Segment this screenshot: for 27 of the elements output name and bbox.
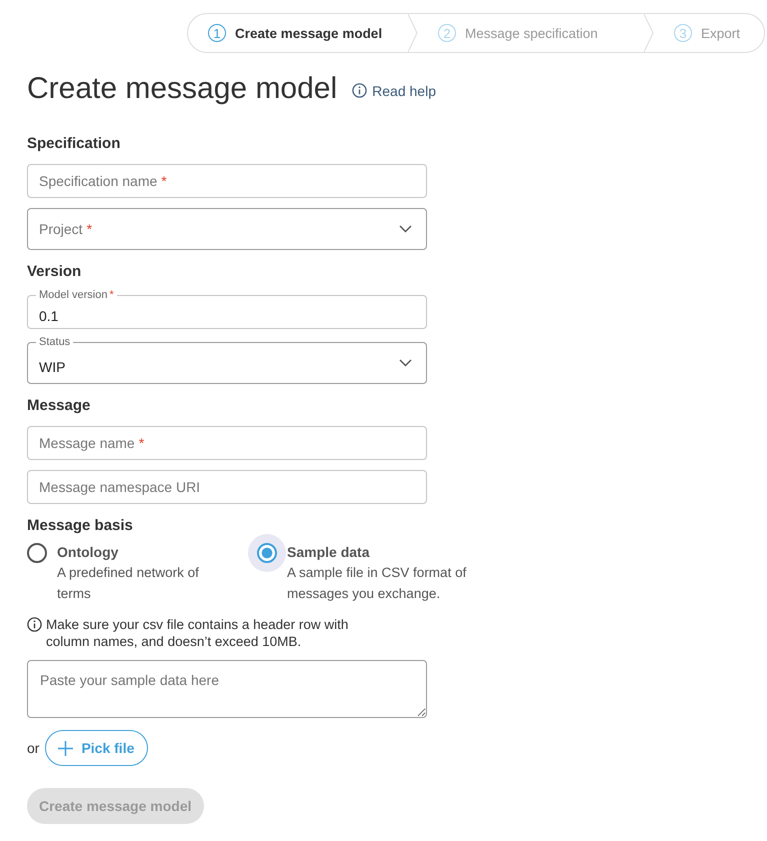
chevron-down-icon (399, 359, 412, 367)
option-label: Sample data (287, 543, 371, 562)
or-text: or (27, 740, 40, 756)
section-heading: Message basis (27, 516, 134, 536)
option-description: A sample file in CSV format of messages you exchange. (287, 564, 468, 603)
input-field[interactable]: Specification name * (27, 164, 427, 198)
info-icon (27, 617, 42, 632)
step-tab[interactable]: 1 Create message model (188, 14, 418, 52)
note-text: Make sure your csv file contains a header row with column names, and doesn’t exceed 10MB. (46, 616, 350, 650)
select-field[interactable]: Project * (27, 208, 427, 250)
option-description: A predefined network of terms (57, 564, 200, 603)
help-link[interactable]: Read help (352, 82, 436, 98)
info-icon (352, 83, 368, 98)
section-heading: Message (27, 396, 92, 416)
option-label: Ontology (57, 543, 120, 562)
step-tab[interactable]: 3 Export (654, 14, 760, 52)
plus-icon (58, 740, 74, 756)
section-heading: Version (27, 262, 82, 282)
sample-data-field[interactable]: Paste your sample data here (27, 660, 427, 718)
step-tab[interactable]: 2 Message specification (418, 14, 654, 52)
input-field[interactable]: Message namespace URI (27, 470, 427, 504)
pick-file-button[interactable]: Pick file (45, 730, 148, 766)
page-title: Create message model (27, 72, 338, 106)
section-heading: Specification (27, 134, 122, 154)
chevron-down-icon (399, 225, 412, 233)
input-field[interactable]: Message name * (27, 426, 427, 460)
radio-button[interactable] (27, 543, 47, 563)
